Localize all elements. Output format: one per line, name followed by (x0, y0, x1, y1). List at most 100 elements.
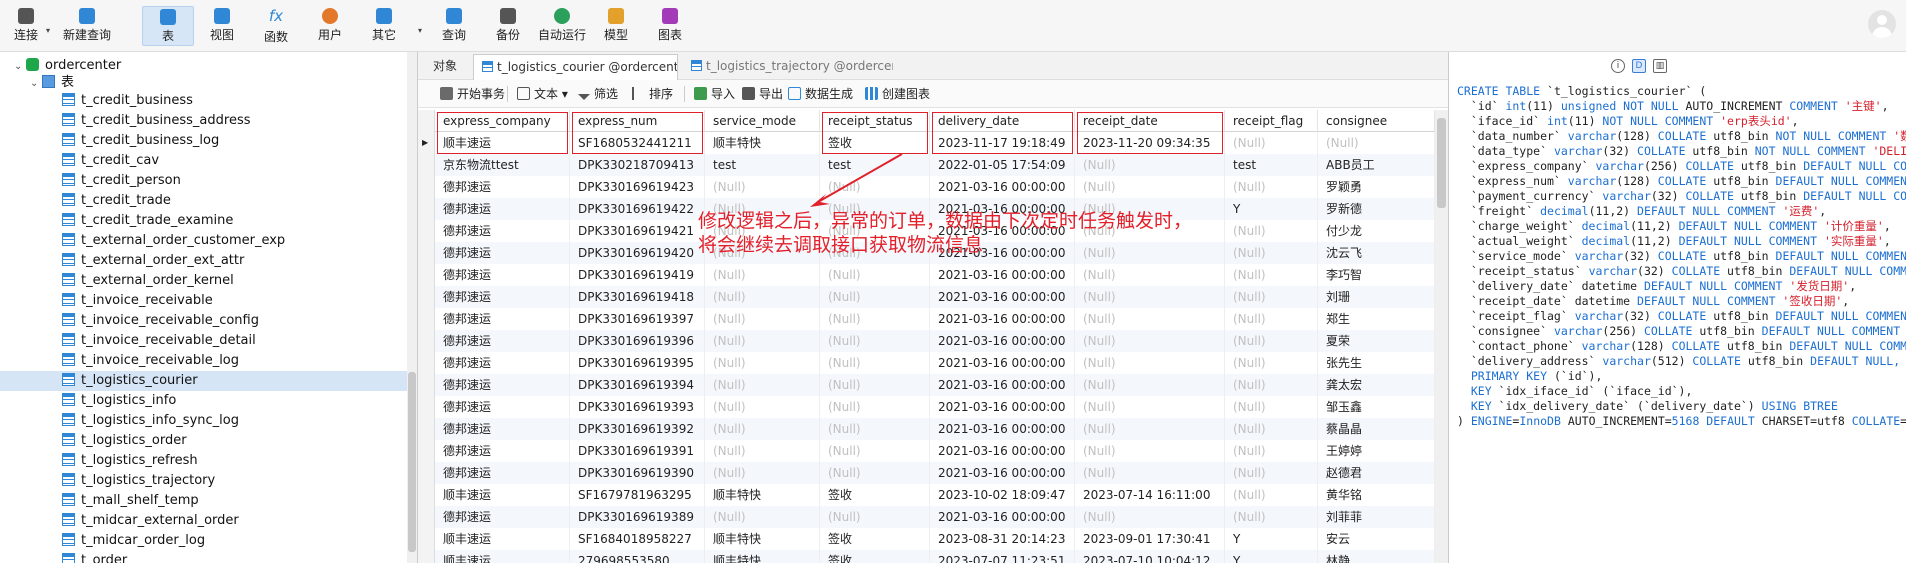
table-cell[interactable]: DPK330169619392 (570, 418, 705, 440)
table-cell[interactable]: 2021-03-16 00:00:00 (930, 396, 1075, 418)
table-cell[interactable]: (Null) (1075, 418, 1225, 440)
table-cell[interactable]: (Null) (705, 286, 820, 308)
toolbar-button-8[interactable]: 备份 (482, 6, 534, 46)
table-cell[interactable]: 沈云飞 (1318, 242, 1435, 264)
table-cell[interactable]: 德邦速运 (435, 374, 570, 396)
table-cell[interactable]: 罗新德 (1318, 198, 1435, 220)
scrollbar-thumb[interactable] (408, 372, 416, 552)
table-cell[interactable]: DPK330169619390 (570, 462, 705, 484)
table-cell[interactable]: (Null) (705, 308, 820, 330)
table-cell[interactable]: 德邦速运 (435, 264, 570, 286)
table-cell[interactable]: 德邦速运 (435, 220, 570, 242)
sidebar-table-item[interactable]: t_logistics_info_sync_log (0, 411, 239, 431)
table-cell[interactable]: (Null) (1075, 154, 1225, 176)
column-header-receipt-date[interactable]: receipt_date (1075, 110, 1225, 132)
table-cell[interactable]: 蔡晶晶 (1318, 418, 1435, 440)
sidebar-table-item[interactable]: t_midcar_order_log (0, 531, 205, 551)
toolbar-button-5[interactable]: 用户 (304, 6, 356, 46)
table-cell[interactable]: 顺丰特快 (705, 550, 820, 563)
sidebar-table-item[interactable]: t_external_order_customer_exp (0, 231, 285, 251)
table-cell[interactable]: (Null) (1075, 176, 1225, 198)
sidebar-table-item[interactable]: t_credit_business_log (0, 131, 219, 151)
table-cell[interactable]: 2021-03-16 00:00:00 (930, 374, 1075, 396)
table-cell[interactable]: (Null) (705, 330, 820, 352)
table-cell[interactable]: 2023-11-20 09:34:35 (1075, 132, 1225, 154)
table-cell[interactable]: DPK330169619397 (570, 308, 705, 330)
table-cell[interactable]: 郑生 (1318, 308, 1435, 330)
table-cell[interactable]: (Null) (1225, 242, 1318, 264)
table-cell[interactable]: (Null) (1075, 308, 1225, 330)
table-cell[interactable]: (Null) (1075, 396, 1225, 418)
table-cell[interactable]: DPK330169619396 (570, 330, 705, 352)
table-cell[interactable]: DPK330218709413 (570, 154, 705, 176)
filter-button[interactable]: 筛选 (578, 85, 618, 103)
table-cell[interactable]: (Null) (1225, 220, 1318, 242)
column-header-receipt-status[interactable]: receipt_status (820, 110, 930, 132)
column-header-receipt-flag[interactable]: receipt_flag (1225, 110, 1318, 132)
table-cell[interactable]: 黄华铭 (1318, 484, 1435, 506)
table-cell[interactable]: (Null) (705, 440, 820, 462)
table-cell[interactable]: DPK330169619391 (570, 440, 705, 462)
sidebar-table-item[interactable]: t_logistics_refresh (0, 451, 198, 471)
table-cell[interactable]: DPK330169619420 (570, 242, 705, 264)
table-cell[interactable]: 顺丰速运 (435, 132, 570, 154)
toolbar-button-6[interactable]: 其它 (358, 6, 410, 46)
table-cell[interactable]: 2023-07-10 10:04:12 (1075, 550, 1225, 563)
table-cell[interactable]: 德邦速运 (435, 330, 570, 352)
table-cell[interactable]: 2021-03-16 00:00:00 (930, 308, 1075, 330)
table-cell[interactable]: 2022-01-05 17:54:09 (930, 154, 1075, 176)
table-cell[interactable]: 2023-07-14 16:11:00 (1075, 484, 1225, 506)
sort-button[interactable]: 排序 (632, 85, 673, 103)
table-cell[interactable]: 德邦速运 (435, 242, 570, 264)
sidebar-table-item[interactable]: t_credit_trade_examine (0, 211, 233, 231)
table-cell[interactable]: (Null) (705, 374, 820, 396)
table-cell[interactable]: Y (1225, 550, 1318, 563)
table-cell[interactable]: DPK330169619389 (570, 506, 705, 528)
grid-scrollbar[interactable] (1435, 110, 1448, 563)
table-cell[interactable]: (Null) (1075, 286, 1225, 308)
table-cell[interactable]: Y (1225, 198, 1318, 220)
sidebar-table-item[interactable]: t_credit_business (0, 91, 193, 111)
table-cell[interactable]: (Null) (705, 396, 820, 418)
table-cell[interactable]: 德邦速运 (435, 176, 570, 198)
table-cell[interactable]: (Null) (820, 374, 930, 396)
table-cell[interactable]: ABB员工 (1318, 154, 1435, 176)
table-cell[interactable]: (Null) (1225, 264, 1318, 286)
table-cell[interactable]: 顺丰速运 (435, 550, 570, 563)
sidebar-table-item[interactable]: t_credit_business_address (0, 111, 251, 131)
table-cell[interactable]: DPK330169619422 (570, 198, 705, 220)
sidebar-table-item[interactable]: t_credit_cav (0, 151, 159, 171)
table-cell[interactable]: (Null) (1225, 440, 1318, 462)
table-cell[interactable]: 顺丰速运 (435, 484, 570, 506)
table-cell[interactable]: 2021-03-16 00:00:00 (930, 440, 1075, 462)
table-cell[interactable]: 德邦速运 (435, 462, 570, 484)
tree-schema[interactable]: ⌄ 表 (30, 73, 74, 93)
table-cell[interactable]: 德邦速运 (435, 440, 570, 462)
begin-transaction-button[interactable]: 开始事务 (440, 85, 505, 103)
table-cell[interactable]: 邹玉鑫 (1318, 396, 1435, 418)
table-cell[interactable]: (Null) (820, 506, 930, 528)
table-cell[interactable]: (Null) (1225, 462, 1318, 484)
table-cell[interactable]: 2021-03-16 00:00:00 (930, 418, 1075, 440)
table-cell[interactable]: DPK330169619394 (570, 374, 705, 396)
toolbar-button-2[interactable]: 表 (142, 6, 194, 46)
table-cell[interactable]: Y (1225, 528, 1318, 550)
table-cell[interactable]: 签收 (820, 528, 930, 550)
sidebar-table-item[interactable]: t_credit_trade (0, 191, 171, 211)
table-cell[interactable]: 2021-03-16 00:00:00 (930, 462, 1075, 484)
tab-objects[interactable]: 对象 (418, 54, 472, 80)
table-cell[interactable]: (Null) (1225, 484, 1318, 506)
table-cell[interactable]: 2021-03-16 00:00:00 (930, 286, 1075, 308)
table-cell[interactable]: 2023-08-31 20:14:23 (930, 528, 1075, 550)
table-cell[interactable]: (Null) (1225, 506, 1318, 528)
table-cell[interactable]: (Null) (705, 462, 820, 484)
table-cell[interactable]: (Null) (820, 286, 930, 308)
chevron-down-icon[interactable]: ▾ (46, 26, 50, 35)
table-cell[interactable]: (Null) (1225, 330, 1318, 352)
table-cell[interactable]: (Null) (1075, 330, 1225, 352)
table-cell[interactable]: 张先生 (1318, 352, 1435, 374)
table-cell[interactable]: 签收 (820, 550, 930, 563)
table-cell[interactable]: 顺丰特快 (705, 484, 820, 506)
table-cell[interactable]: 林静 (1318, 550, 1435, 563)
table-cell[interactable]: 2023-11-17 19:18:49 (930, 132, 1075, 154)
